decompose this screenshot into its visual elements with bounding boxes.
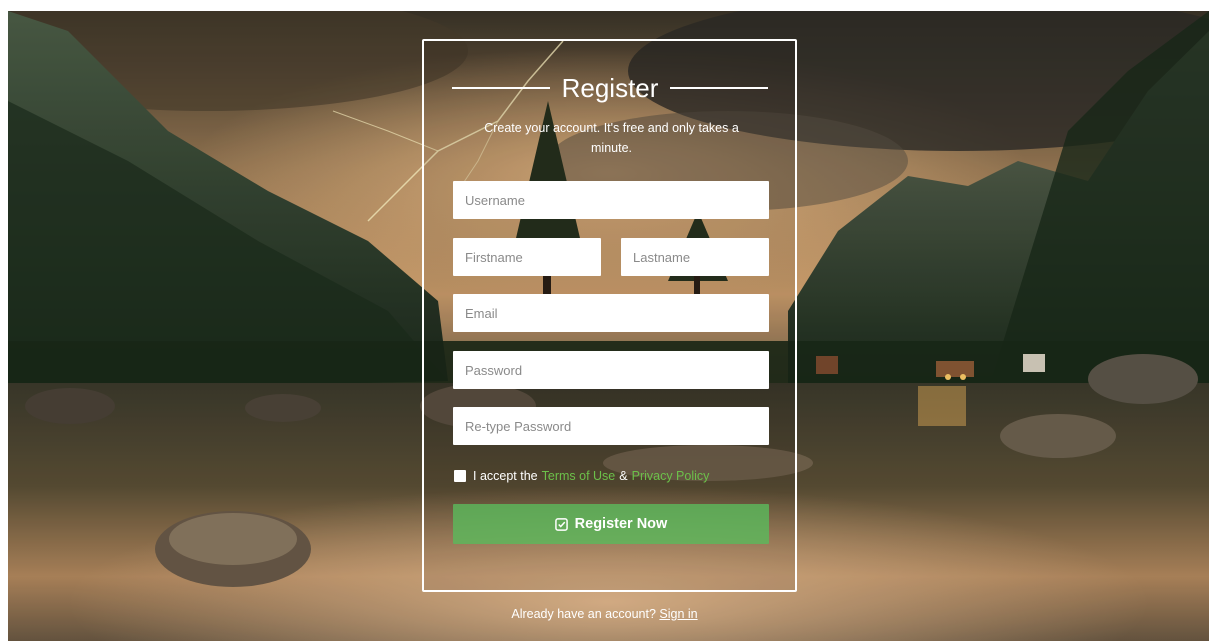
terms-of-use-link[interactable]: Terms of Use bbox=[542, 469, 616, 483]
register-now-label: Register Now bbox=[574, 516, 668, 532]
page-title: Register bbox=[561, 73, 659, 103]
firstname-input[interactable] bbox=[453, 238, 601, 276]
terms-checkbox[interactable] bbox=[454, 470, 466, 482]
title-divider-left bbox=[452, 87, 550, 89]
terms-prefix: I accept the bbox=[473, 469, 538, 483]
username-input[interactable] bbox=[453, 181, 769, 219]
privacy-policy-link[interactable]: Privacy Policy bbox=[632, 469, 710, 483]
terms-ampersand: & bbox=[619, 469, 628, 483]
signin-link[interactable]: Sign in bbox=[659, 607, 697, 621]
password-input[interactable] bbox=[453, 351, 769, 389]
register-now-button[interactable]: Register Now bbox=[453, 504, 769, 544]
retype-password-input[interactable] bbox=[453, 407, 769, 445]
signin-prompt: Already have an account? Sign in bbox=[0, 607, 1209, 621]
terms-row: I accept the Terms of Use & Privacy Poli… bbox=[454, 467, 709, 485]
signin-prompt-text: Already have an account? bbox=[511, 607, 656, 621]
email-input[interactable] bbox=[453, 294, 769, 332]
title-divider-right bbox=[670, 87, 769, 89]
title-row: Register bbox=[452, 71, 769, 105]
check-square-icon bbox=[554, 517, 568, 531]
lastname-input[interactable] bbox=[621, 238, 769, 276]
register-card: Register Create your account. It's free … bbox=[422, 39, 797, 592]
subtitle: Create your account. It's free and only … bbox=[484, 121, 739, 155]
